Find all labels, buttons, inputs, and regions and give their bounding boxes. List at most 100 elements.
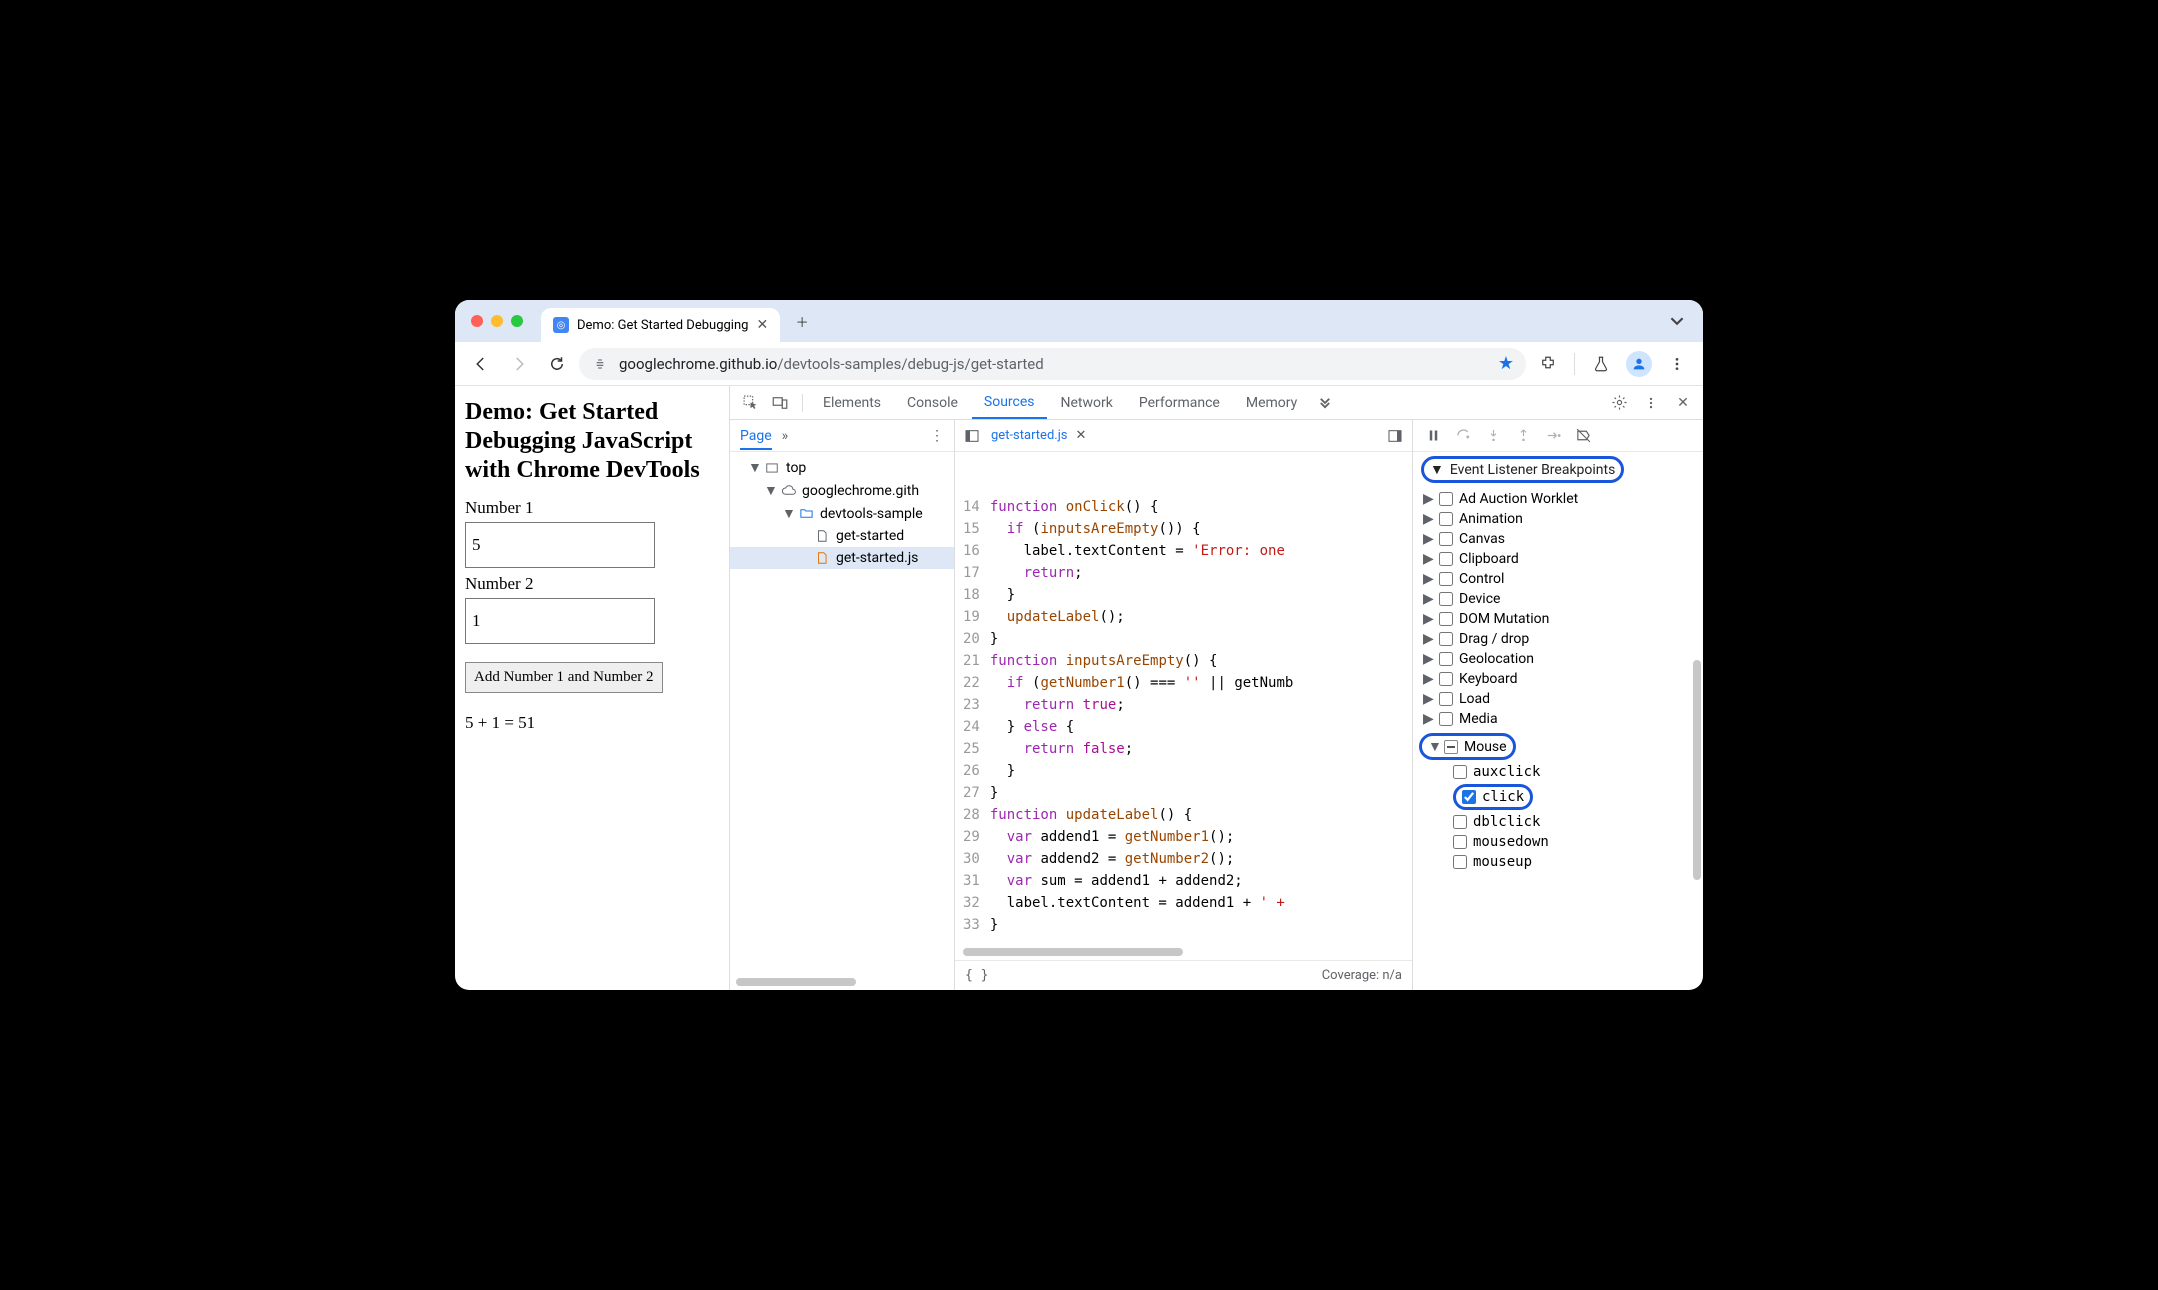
breakpoint-category[interactable]: ▶DOM Mutation <box>1417 609 1703 629</box>
new-tab-button[interactable]: ＋ <box>788 307 816 335</box>
devtools-menu-icon[interactable] <box>1637 394 1665 411</box>
category-checkbox[interactable] <box>1439 512 1453 526</box>
tab-sources[interactable]: Sources <box>972 386 1047 419</box>
vertical-scrollbar[interactable] <box>1693 660 1701 880</box>
category-checkbox[interactable] <box>1439 632 1453 646</box>
category-checkbox[interactable] <box>1439 592 1453 606</box>
main-area: Demo: Get Started Debugging JavaScript w… <box>455 386 1703 990</box>
breakpoint-category-mouse[interactable]: ▼ Mouse <box>1413 731 1703 762</box>
minimize-window-button[interactable] <box>491 315 503 327</box>
deactivate-breakpoints-icon[interactable] <box>1573 427 1593 444</box>
category-checkbox[interactable] <box>1439 712 1453 726</box>
devtools-close-icon[interactable]: ✕ <box>1669 394 1697 411</box>
more-tabs-icon[interactable] <box>1311 396 1339 410</box>
tab-memory[interactable]: Memory <box>1234 386 1309 419</box>
tree-top[interactable]: ▼ top <box>730 456 954 479</box>
pretty-print-icon[interactable]: { } <box>965 968 988 983</box>
breakpoint-category[interactable]: ▶Device <box>1417 589 1703 609</box>
tree-domain[interactable]: ▼ googlechrome.gith <box>730 479 954 502</box>
breakpoint-category[interactable]: ▶Control <box>1417 569 1703 589</box>
inspect-element-icon[interactable] <box>736 394 764 411</box>
devtools-settings-icon[interactable] <box>1605 394 1633 411</box>
chrome-menu-button[interactable] <box>1661 348 1693 380</box>
category-checkbox[interactable] <box>1439 612 1453 626</box>
reload-button[interactable] <box>541 348 573 380</box>
tab-title: Demo: Get Started Debugging <box>577 318 748 333</box>
coverage-text: Coverage: n/a <box>1322 968 1402 983</box>
number1-label: Number 1 <box>465 498 719 518</box>
bookmark-star-icon[interactable]: ★ <box>1498 353 1514 374</box>
breakpoint-category[interactable]: ▶Media <box>1417 709 1703 729</box>
pause-icon[interactable] <box>1423 428 1443 443</box>
step-over-icon[interactable] <box>1453 427 1473 444</box>
step-out-icon[interactable] <box>1513 428 1533 443</box>
breakpoint-category[interactable]: ▶Canvas <box>1417 529 1703 549</box>
profile-button[interactable] <box>1623 348 1655 380</box>
back-button[interactable] <box>465 348 497 380</box>
number2-input[interactable] <box>465 598 655 644</box>
number1-input[interactable] <box>465 522 655 568</box>
category-checkbox[interactable] <box>1439 692 1453 706</box>
category-checkbox[interactable] <box>1439 532 1453 546</box>
open-file-tab[interactable]: get-started.js <box>991 428 1068 443</box>
sources-nav-menu-icon[interactable]: ⋮ <box>930 428 944 444</box>
step-into-icon[interactable] <box>1483 428 1503 443</box>
breakpoint-category[interactable]: ▶Geolocation <box>1417 649 1703 669</box>
debugger-toolbar <box>1413 420 1703 452</box>
horizontal-scrollbar[interactable] <box>736 978 856 988</box>
extensions-button[interactable] <box>1532 348 1564 380</box>
forward-button[interactable] <box>503 348 535 380</box>
address-bar[interactable]: googlechrome.github.io/devtools-samples/… <box>579 348 1526 380</box>
code-area[interactable]: 14 15 16 17 18 19 20 21 22 23 24 25 26 2… <box>955 452 1412 960</box>
breakpoint-event-dblclick[interactable]: dblclick <box>1413 812 1703 832</box>
code-horizontal-scrollbar[interactable] <box>963 948 1183 958</box>
breakpoint-categories: ▶Ad Auction Worklet▶Animation▶Canvas▶Cli… <box>1413 487 1703 731</box>
sources-nav-more-icon[interactable]: » <box>782 428 789 444</box>
breakpoint-category[interactable]: ▶Animation <box>1417 509 1703 529</box>
tab-network[interactable]: Network <box>1049 386 1125 419</box>
breakpoint-category[interactable]: ▶Ad Auction Worklet <box>1417 489 1703 509</box>
toggle-debugger-icon[interactable] <box>1384 428 1406 444</box>
sources-nav-page-tab[interactable]: Page <box>740 428 772 450</box>
breakpoint-category[interactable]: ▶Load <box>1417 689 1703 709</box>
tree-file-html[interactable]: get-started <box>730 525 954 547</box>
close-file-tab-icon[interactable]: ✕ <box>1076 428 1087 443</box>
category-checkbox[interactable] <box>1439 652 1453 666</box>
breakpoint-event-mouseup[interactable]: mouseup <box>1413 852 1703 872</box>
category-checkbox[interactable] <box>1439 572 1453 586</box>
labs-button[interactable] <box>1585 348 1617 380</box>
favicon-icon: ◎ <box>553 317 569 333</box>
device-toolbar-icon[interactable] <box>766 394 794 412</box>
breakpoint-event-auxclick[interactable]: auxclick <box>1413 762 1703 782</box>
event-checkbox[interactable] <box>1453 855 1467 869</box>
mouse-mixed-checkbox[interactable] <box>1444 740 1458 754</box>
event-checkbox[interactable] <box>1453 835 1467 849</box>
category-checkbox[interactable] <box>1439 552 1453 566</box>
tab-console[interactable]: Console <box>895 386 970 419</box>
close-window-button[interactable] <box>471 315 483 327</box>
site-settings-icon[interactable] <box>591 355 609 373</box>
event-checkbox[interactable] <box>1453 815 1467 829</box>
debugger-sections: ▼ Event Listener Breakpoints ▶Ad Auction… <box>1413 452 1703 990</box>
tree-file-js[interactable]: get-started.js <box>730 547 954 569</box>
step-icon[interactable] <box>1543 427 1563 444</box>
category-checkbox[interactable] <box>1439 672 1453 686</box>
tab-performance[interactable]: Performance <box>1127 386 1232 419</box>
tree-folder[interactable]: ▼ devtools-sample <box>730 502 954 525</box>
breakpoint-category[interactable]: ▶Drag / drop <box>1417 629 1703 649</box>
toggle-navigator-icon[interactable] <box>961 428 983 444</box>
event-checkbox[interactable] <box>1462 790 1476 804</box>
add-button[interactable]: Add Number 1 and Number 2 <box>465 662 663 693</box>
breakpoint-category[interactable]: ▶Clipboard <box>1417 549 1703 569</box>
close-tab-button[interactable]: ✕ <box>756 317 768 333</box>
breakpoint-event-mousedown[interactable]: mousedown <box>1413 832 1703 852</box>
breakpoint-event-click[interactable]: click <box>1413 782 1703 812</box>
event-listener-breakpoints-header[interactable]: ▼ Event Listener Breakpoints <box>1413 452 1703 487</box>
event-checkbox[interactable] <box>1453 765 1467 779</box>
tab-search-button[interactable] <box>1663 307 1691 335</box>
fullscreen-window-button[interactable] <box>511 315 523 327</box>
tab-elements[interactable]: Elements <box>811 386 893 419</box>
browser-tab[interactable]: ◎ Demo: Get Started Debugging ✕ <box>541 308 780 342</box>
category-checkbox[interactable] <box>1439 492 1453 506</box>
breakpoint-category[interactable]: ▶Keyboard <box>1417 669 1703 689</box>
